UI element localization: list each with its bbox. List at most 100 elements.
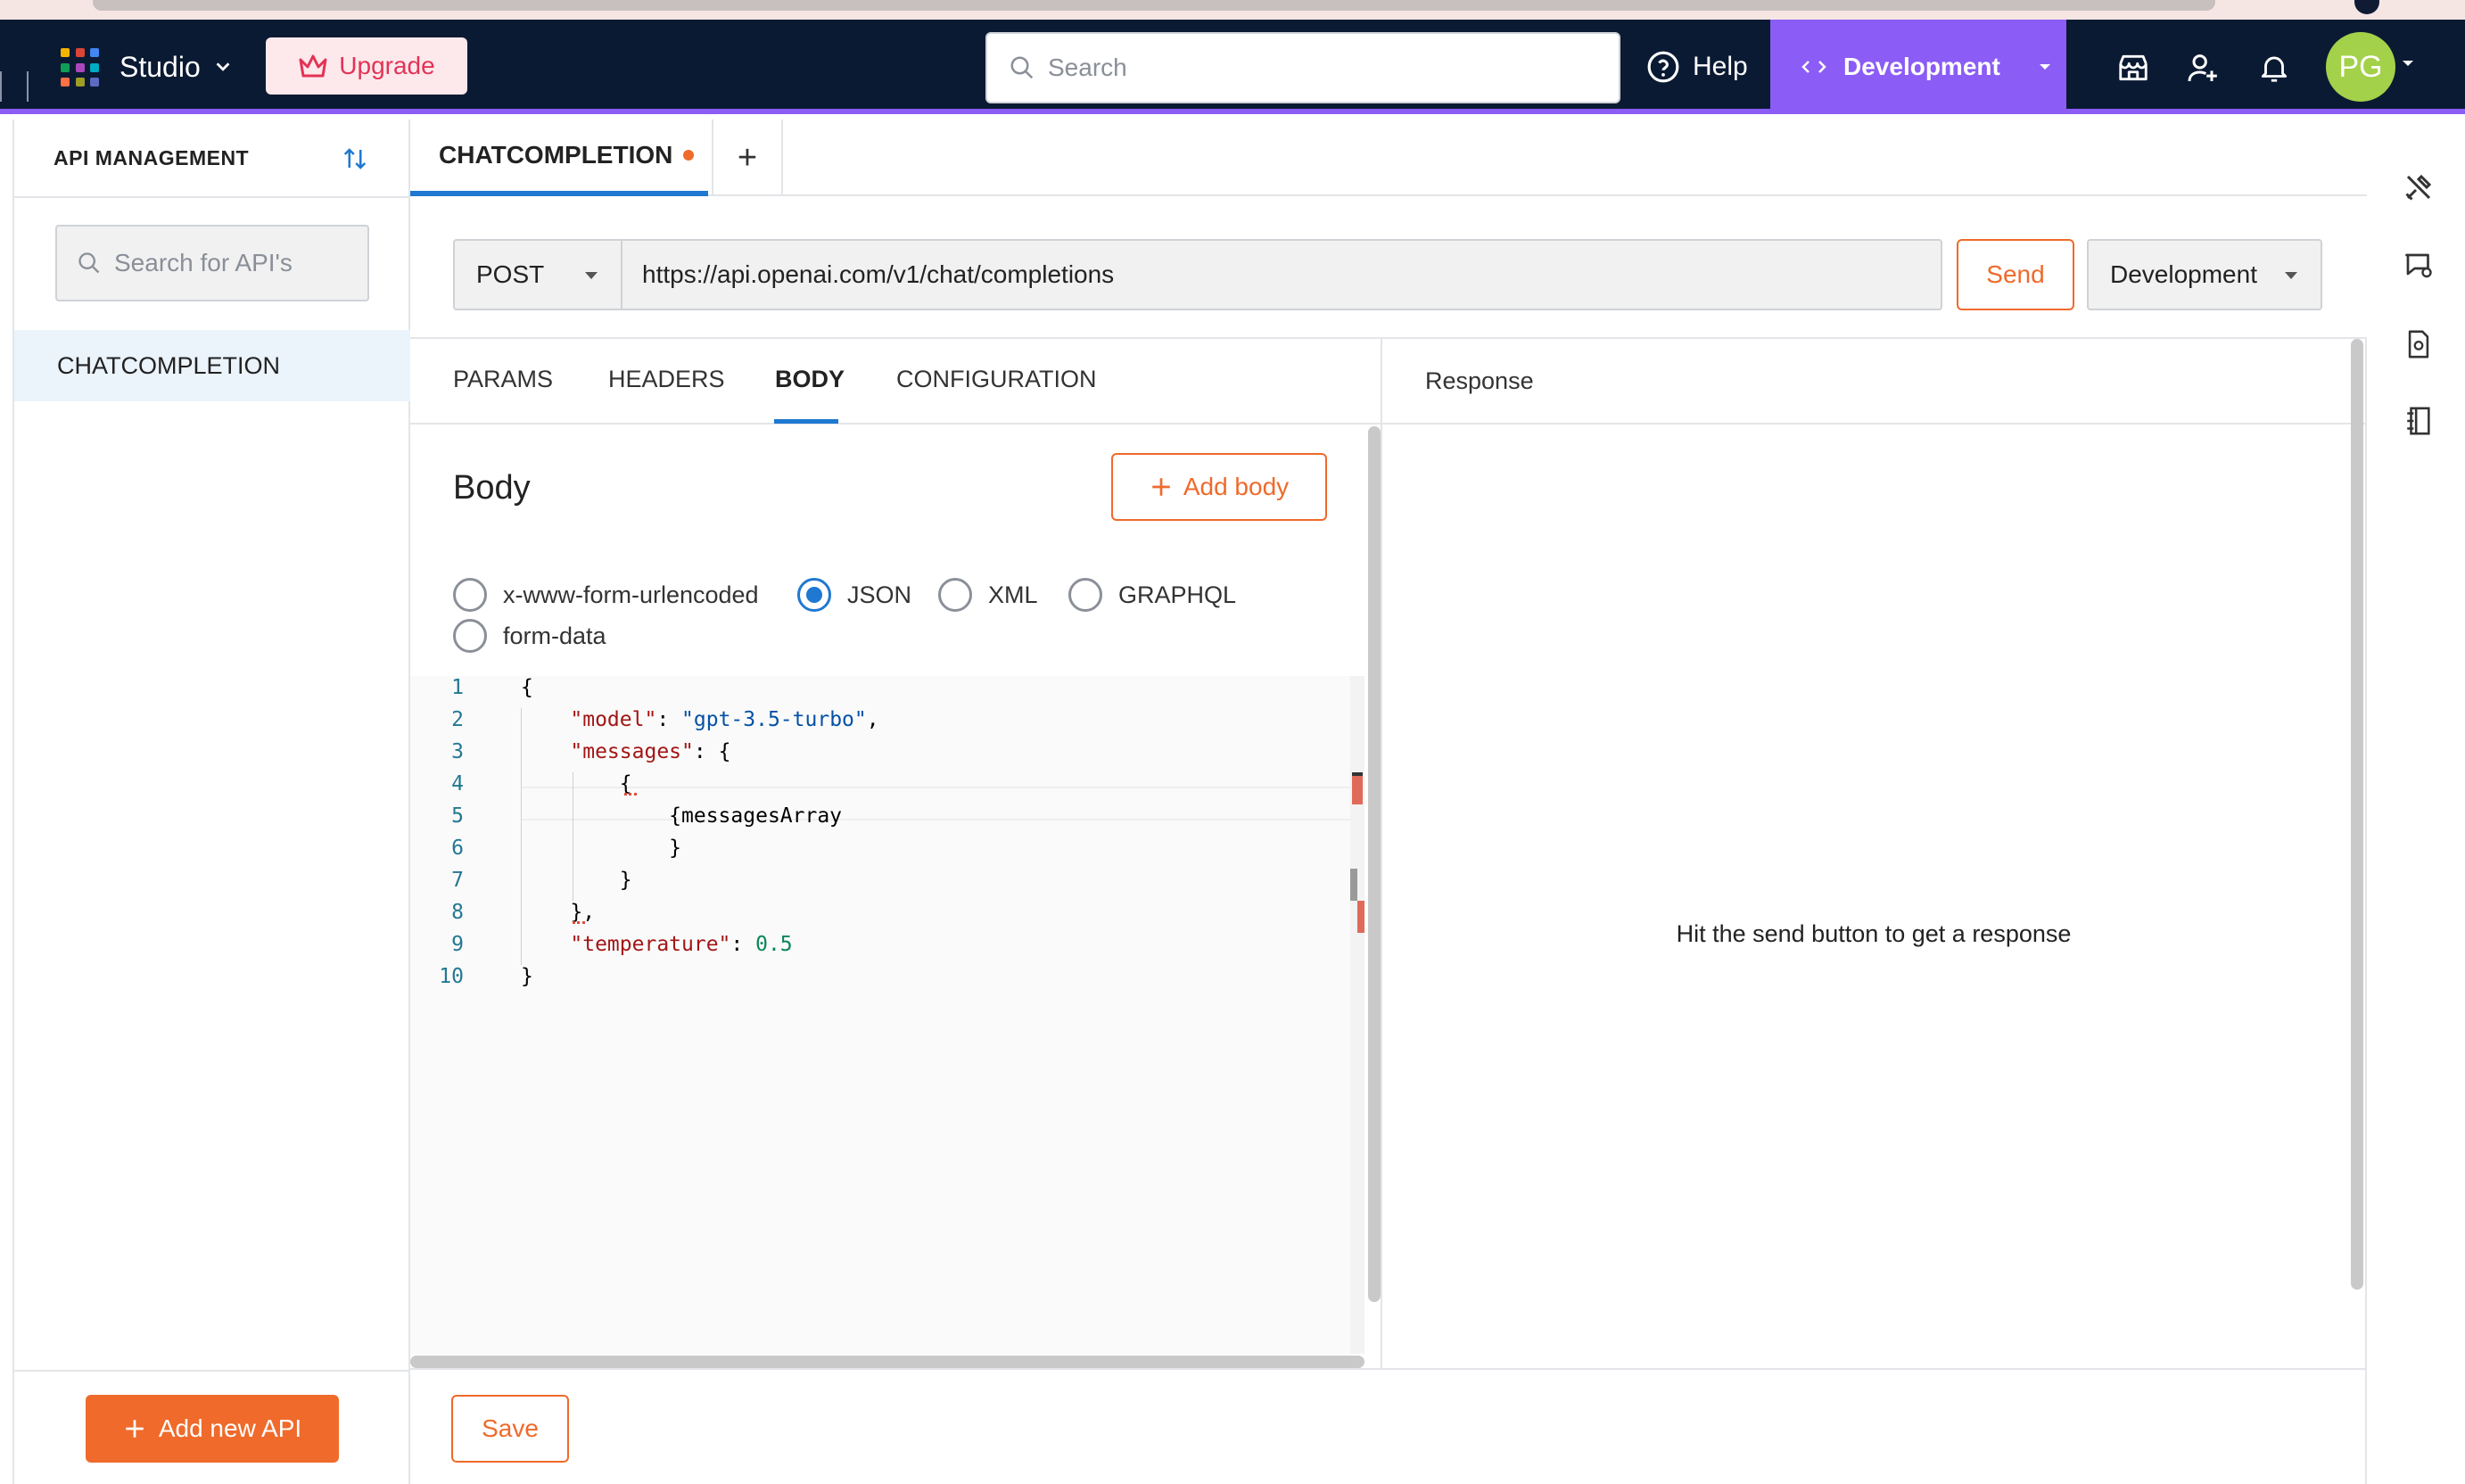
add-tab-button[interactable]: + <box>712 120 783 196</box>
request-pane-scrollbar[interactable] <box>1368 426 1381 1302</box>
chevron-down-icon <box>216 62 230 71</box>
browser-indicator-dot <box>2354 0 2379 14</box>
radio-form-data[interactable]: form-data <box>453 619 606 653</box>
radio-label: x-www-form-urlencoded <box>503 581 759 608</box>
radio-json[interactable]: JSON <box>797 578 911 612</box>
line-number: 3 <box>451 740 464 763</box>
global-search[interactable] <box>985 32 1620 103</box>
line-number: 5 <box>451 804 464 828</box>
tab-label: CHATCOMPLETION <box>439 141 673 169</box>
editor-horizontal-scrollbar[interactable] <box>410 1356 1364 1368</box>
avatar-caret-down-icon[interactable] <box>2401 59 2415 68</box>
cursor-marker <box>1352 772 1363 776</box>
editor-overview-ruler <box>1350 676 1364 1354</box>
line-number: 9 <box>451 933 464 956</box>
studio-label: Studio <box>120 50 201 83</box>
line-number: 8 <box>451 901 464 924</box>
tab-body[interactable]: BODY <box>775 366 845 393</box>
response-pane: Response Hit the send button to get a re… <box>1382 337 2367 1368</box>
radio-label: XML <box>988 581 1038 608</box>
code-line: { <box>521 676 533 699</box>
api-search[interactable] <box>55 225 369 301</box>
json-body-editor[interactable]: 1 2 3 4 5 6 7 8 9 10 { "model": "gpt-3.5… <box>410 676 1350 1354</box>
help-button[interactable]: Help <box>1646 46 1748 87</box>
app-grid-icon[interactable] <box>61 48 100 87</box>
radio-graphql[interactable]: GRAPHQL <box>1068 578 1236 612</box>
radio-circle <box>938 578 972 612</box>
search-icon <box>78 252 100 274</box>
file-settings-icon[interactable] <box>2399 325 2438 364</box>
tab-configuration[interactable]: CONFIGURATION <box>896 366 1097 393</box>
body-title: Body <box>453 469 531 507</box>
line-number: 6 <box>451 837 464 860</box>
http-method-select[interactable]: POST <box>453 239 622 310</box>
plus-icon <box>126 1420 144 1438</box>
response-title: Response <box>1425 367 1534 394</box>
sidebar-title: API MANAGEMENT <box>54 146 250 169</box>
tools-icon[interactable] <box>2399 168 2438 207</box>
response-empty-message: Hit the send button to get a response <box>1676 920 2072 947</box>
tab-params[interactable]: PARAMS <box>453 366 553 393</box>
response-scrollbar[interactable] <box>2351 339 2363 1290</box>
help-circle-icon <box>1647 51 1679 83</box>
api-sidebar: API MANAGEMENT CHATCOMPLETION Add new AP… <box>12 120 410 1484</box>
environment-label: Development <box>1843 53 2000 80</box>
caret-down-icon <box>2285 272 2297 279</box>
syntax-error-squiggle <box>624 790 637 796</box>
request-environment-value: Development <box>2110 260 2257 288</box>
comment-settings-icon[interactable] <box>2399 246 2438 285</box>
error-marker <box>1357 901 1364 933</box>
api-search-input[interactable] <box>114 249 364 277</box>
crown-icon <box>299 54 327 78</box>
plus-icon <box>1152 478 1170 496</box>
add-body-label: Add body <box>1183 473 1290 500</box>
user-avatar[interactable]: PG <box>2326 32 2395 102</box>
code-line: } <box>521 837 682 860</box>
bell-icon[interactable] <box>2253 46 2296 89</box>
help-label: Help <box>1693 52 1748 81</box>
sort-icon[interactable] <box>337 141 373 177</box>
main-footer: Save <box>410 1368 2367 1484</box>
request-environment-select[interactable]: Development <box>2087 239 2322 310</box>
code-line: "messages": { <box>570 740 731 763</box>
request-pane: PARAMS HEADERS BODY CONFIGURATION Body A… <box>410 337 1382 1368</box>
code-line: "temperature": 0.5 <box>570 933 793 956</box>
line-number: 10 <box>439 965 464 988</box>
line-number: 4 <box>451 772 464 796</box>
request-url-input[interactable] <box>642 260 1909 289</box>
environment-switcher[interactable]: Development <box>1770 20 2066 114</box>
code-brackets-icon <box>1801 61 1826 73</box>
notebook-icon[interactable] <box>2399 401 2438 441</box>
tab-headers[interactable]: HEADERS <box>608 366 725 393</box>
add-new-api-button[interactable]: Add new API <box>86 1395 339 1463</box>
upgrade-button[interactable]: Upgrade <box>266 37 467 95</box>
request-url[interactable] <box>621 239 1942 310</box>
global-search-input[interactable] <box>1048 54 1583 82</box>
tab-chatcompletion[interactable]: CHATCOMPLETION <box>410 120 708 196</box>
scroll-thumb <box>1350 869 1357 901</box>
store-icon[interactable] <box>2112 46 2155 89</box>
code-line: { <box>521 772 632 796</box>
line-number: 2 <box>451 708 464 731</box>
browser-address-strip <box>93 0 2215 11</box>
send-button[interactable]: Send <box>1957 239 2074 310</box>
line-number: 1 <box>451 676 464 699</box>
top-navbar: Studio Upgrade Help Development PG <box>0 20 2465 114</box>
line-number: 7 <box>451 869 464 892</box>
response-header: Response <box>1382 339 2365 425</box>
radio-x-www-form-urlencoded[interactable]: x-www-form-urlencoded <box>453 578 759 612</box>
navbar-edge-divider-2 <box>27 71 29 102</box>
radio-label: JSON <box>847 581 912 608</box>
add-user-icon[interactable] <box>2181 46 2224 89</box>
studio-menu[interactable]: Studio <box>120 46 233 87</box>
radio-xml[interactable]: XML <box>938 578 1038 612</box>
code-line: {messagesArray <box>521 804 843 828</box>
unsaved-indicator <box>683 150 695 161</box>
add-body-button[interactable]: Add body <box>1111 453 1327 521</box>
sidebar-item-chatcompletion[interactable]: CHATCOMPLETION <box>14 330 410 401</box>
radio-label: form-data <box>503 622 606 649</box>
save-button[interactable]: Save <box>451 1395 569 1463</box>
api-tab-bar: CHATCOMPLETION + <box>410 120 2367 196</box>
browser-chrome <box>0 0 2465 20</box>
search-icon <box>1010 56 1034 79</box>
